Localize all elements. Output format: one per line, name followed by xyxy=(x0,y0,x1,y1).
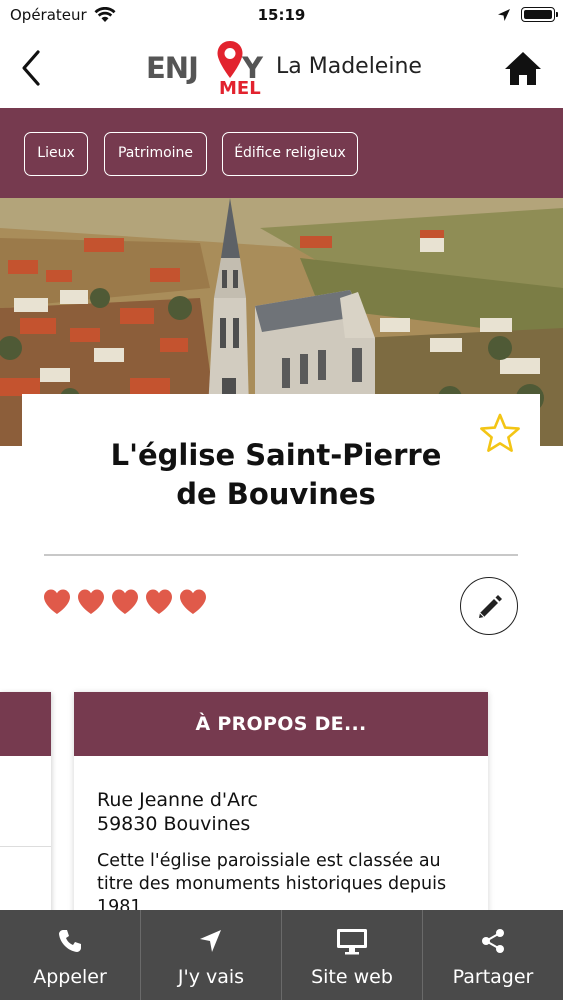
location-arrow-icon xyxy=(497,7,511,26)
share-icon xyxy=(480,928,506,958)
breadcrumb: Lieux Patrimoine Édifice religieux xyxy=(0,108,563,198)
heart-icon xyxy=(146,589,172,614)
heart-icon xyxy=(180,589,206,614)
status-bar: Opérateur 15:19 xyxy=(0,0,563,30)
share-button[interactable]: Partager xyxy=(422,910,563,1000)
breadcrumb-lieux[interactable]: Lieux xyxy=(24,132,88,176)
back-button[interactable] xyxy=(14,48,50,88)
heart-icon xyxy=(112,589,138,614)
heart-icon xyxy=(44,589,70,614)
battery-icon xyxy=(521,7,558,22)
map-pin-icon xyxy=(217,41,243,78)
city-name[interactable]: La Madeleine xyxy=(276,54,422,79)
favorite-button[interactable] xyxy=(478,412,522,454)
breadcrumb-edifice-religieux[interactable]: Édifice religieux xyxy=(222,132,358,176)
clock: 15:19 xyxy=(257,6,306,24)
address[interactable]: Rue Jeanne d'Arc 59830 Bouvines xyxy=(97,788,258,836)
star-icon xyxy=(480,413,520,452)
directions-label: J'y vais xyxy=(177,966,245,988)
logo-subtitle: MEL xyxy=(219,78,261,99)
place-title-line-2: de Bouvines xyxy=(176,477,376,511)
nav-bar: ENJ Y MEL La Madeleine xyxy=(0,30,563,108)
phone-icon xyxy=(57,928,83,958)
previous-info-card-header xyxy=(0,692,51,756)
share-label: Partager xyxy=(452,966,534,988)
breadcrumb-patrimoine[interactable]: Patrimoine xyxy=(104,132,207,176)
directions-button[interactable]: J'y vais xyxy=(140,910,281,1000)
chevron-left-icon xyxy=(22,50,40,86)
divider xyxy=(44,554,518,556)
divider xyxy=(0,846,51,847)
navigation-arrow-icon xyxy=(198,928,224,958)
call-button[interactable]: Appeler xyxy=(0,910,140,1000)
enjoy-mel-logo: ENJ Y MEL xyxy=(146,40,272,100)
website-button[interactable]: Site web xyxy=(281,910,422,1000)
place-title-line-1: L'église Saint-Pierre xyxy=(110,438,442,472)
previous-info-card[interactable] xyxy=(0,692,51,942)
action-bar: Appeler J'y vais Site web Partager xyxy=(0,910,563,1000)
edit-button[interactable] xyxy=(460,577,518,635)
description: Cette l'église paroissiale est classée a… xyxy=(97,851,447,917)
place-title: L'église Saint-Pierre de Bouvines xyxy=(22,436,530,514)
call-label: Appeler xyxy=(33,966,107,988)
rating-hearts xyxy=(42,588,208,618)
address-line-2: 59830 Bouvines xyxy=(97,813,251,835)
about-card-header: À PROPOS DE... xyxy=(74,692,488,756)
address-line-1: Rue Jeanne d'Arc xyxy=(97,789,258,811)
monitor-icon xyxy=(336,928,368,960)
home-icon xyxy=(505,52,541,85)
logo-text-left: ENJ xyxy=(146,51,199,85)
heart-icon xyxy=(78,589,104,614)
pencil-icon xyxy=(479,595,502,618)
home-button[interactable] xyxy=(503,50,543,88)
website-label: Site web xyxy=(311,966,393,988)
